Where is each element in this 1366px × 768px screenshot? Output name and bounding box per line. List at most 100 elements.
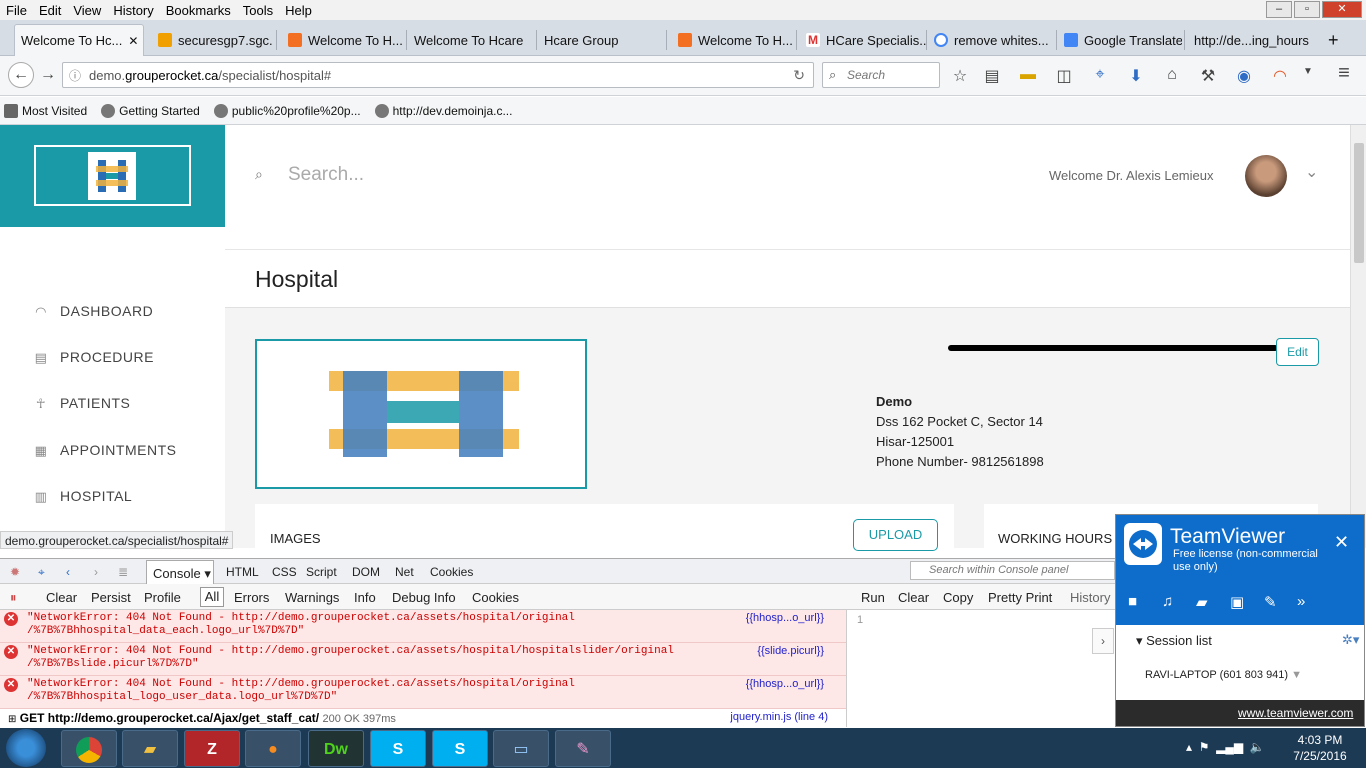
pretty-print-button[interactable]: Pretty Print (988, 590, 1052, 605)
forward-icon[interactable]: › (94, 565, 98, 579)
teamviewer-link[interactable]: www.teamviewer.com (1238, 706, 1353, 720)
bookmark-most-visited[interactable]: Most Visited (4, 103, 87, 118)
upload-button[interactable]: UPLOAD (853, 519, 938, 551)
chevron-down-icon[interactable]: ⌄ (1305, 162, 1318, 182)
expand-icon[interactable]: ⊞ (8, 714, 16, 725)
rainbow-icon[interactable]: ◠ (1270, 66, 1290, 86)
sidebar-item-hospital[interactable]: ▥ HOSPITAL (32, 488, 132, 504)
tab-hcare-group[interactable]: Hcare Group (538, 24, 664, 56)
more-icon[interactable]: » (1297, 593, 1305, 610)
forward-button[interactable]: → (38, 66, 58, 84)
skype-icon[interactable]: S (370, 730, 426, 767)
tab-hcare-specialist[interactable]: M HCare Specialis... (800, 24, 926, 56)
session-item[interactable]: RAVI-LAPTOP (601 803 941) ▼ (1145, 669, 1302, 681)
menu-view[interactable]: View (67, 3, 107, 18)
tab-welcome-hcare[interactable]: Welcome To Hcare (408, 24, 534, 56)
error-source-link[interactable]: {{hhosp...o_url}} (746, 678, 824, 691)
explorer-icon[interactable]: ▰ (122, 730, 178, 767)
new-tab-button[interactable]: + (1322, 24, 1346, 56)
maximize-button[interactable]: ▫ (1294, 1, 1320, 18)
tab-remove-whitespace[interactable]: remove whites... (928, 24, 1054, 56)
minimize-button[interactable]: – (1266, 1, 1292, 18)
tab-welcome-hc[interactable]: Welcome To Hc... ✕ (14, 24, 144, 56)
tab-google-translate[interactable]: Google Translate (1058, 24, 1182, 56)
headset-icon[interactable]: ♫ (1162, 593, 1173, 610)
persist-button[interactable]: Persist (91, 590, 131, 605)
globe-icon[interactable]: ◉ (1234, 66, 1254, 86)
star-icon[interactable]: ☆ (950, 66, 970, 86)
skype-icon[interactable]: S (432, 730, 488, 767)
app-search-input[interactable]: Search... (288, 164, 364, 186)
close-icon[interactable]: ✕ (1334, 532, 1349, 553)
menu-bookmarks[interactable]: Bookmarks (160, 3, 237, 18)
profile-button[interactable]: Profile (144, 590, 181, 605)
copy-button[interactable]: Copy (943, 590, 973, 605)
ruler-icon[interactable]: ▬ (1018, 66, 1038, 84)
avatar[interactable] (1245, 155, 1287, 197)
back-button[interactable]: ← (8, 62, 34, 88)
sidebar-item-appointments[interactable]: ▦ APPOINTMENTS (32, 442, 176, 458)
command-editor[interactable]: 1 (846, 610, 1116, 727)
bookmark-getting-started[interactable]: Getting Started (101, 103, 200, 118)
error-source-link[interactable]: {{hhosp...o_url}} (746, 612, 824, 625)
tab-cookies[interactable]: Cookies (430, 565, 473, 579)
console-search-input[interactable]: Search within Console panel (910, 561, 1115, 580)
tab-html[interactable]: HTML (226, 565, 259, 579)
edit-button[interactable]: Edit (1276, 338, 1319, 366)
error-source-link[interactable]: {{slide.picurl}} (757, 645, 824, 658)
chat-icon[interactable]: ▰ (1196, 593, 1208, 611)
tab-console[interactable]: Console ▾ (146, 560, 214, 584)
hamburger-menu-icon[interactable]: ≡ (1334, 62, 1354, 85)
tab-securesgp7[interactable]: securesgp7.sgc... (152, 24, 272, 56)
gear-icon[interactable]: ✲▾ (1342, 632, 1359, 648)
back-icon[interactable]: ‹ (66, 565, 70, 579)
filter-info[interactable]: Info (354, 590, 376, 605)
menu-edit[interactable]: Edit (33, 3, 67, 18)
scrollbar-thumb[interactable] (1354, 143, 1364, 263)
menu-tools[interactable]: Tools (237, 3, 279, 18)
history-button[interactable]: History (1070, 590, 1110, 605)
close-tab-icon[interactable]: ✕ (128, 34, 138, 48)
sidebar-item-patients[interactable]: ☥ PATIENTS (32, 395, 130, 411)
tab-welcome-h-2[interactable]: Welcome To H... (672, 24, 792, 56)
filter-all[interactable]: All (200, 587, 224, 607)
inspect-icon[interactable]: ⌖ (38, 565, 45, 580)
console-request-row[interactable]: ⊞ GET http://demo.grouperocket.ca/Ajax/g… (0, 709, 846, 727)
wrench-icon[interactable]: ✎ (1264, 593, 1277, 611)
tab-dom[interactable]: DOM (352, 565, 380, 579)
tab-css[interactable]: CSS (272, 565, 297, 579)
tab-script[interactable]: Script (306, 565, 337, 579)
browser-search-input[interactable]: Search (822, 62, 940, 88)
request-source-link[interactable]: jquery.min.js (line 4) (730, 711, 828, 723)
session-list-header[interactable]: ▾ Session list (1136, 633, 1212, 649)
selector-icon[interactable]: ⌖ (1090, 66, 1110, 84)
tools-icon[interactable]: ⚒ (1198, 66, 1218, 86)
page-scrollbar[interactable] (1350, 125, 1366, 548)
system-tray[interactable]: ▴ ⚑ ▂▄▆ 🔈 (1186, 740, 1265, 754)
console-error-row[interactable]: ✕ "NetworkError: 404 Not Found - http://… (0, 610, 846, 643)
filter-debug-info[interactable]: Debug Info (392, 590, 456, 605)
clear-command-button[interactable]: Clear (898, 590, 929, 605)
sidebar-item-dashboard[interactable]: ◠ DASHBOARD (32, 303, 153, 319)
clock[interactable]: 4:03 PM 7/25/2016 (1280, 732, 1360, 764)
image-viewer-icon[interactable]: ▭ (493, 730, 549, 767)
console-error-row[interactable]: ✕ "NetworkError: 404 Not Found - http://… (0, 643, 846, 676)
clipboard-icon[interactable]: ▣ (1230, 593, 1244, 611)
info-icon[interactable]: ⓘ (69, 67, 81, 84)
pocket-icon[interactable]: ◫ (1054, 66, 1074, 86)
clear-button[interactable]: Clear (46, 590, 77, 605)
dreamweaver-icon[interactable]: Dw (308, 730, 364, 767)
run-button[interactable]: Run (861, 590, 885, 605)
filter-cookies[interactable]: Cookies (472, 590, 519, 605)
tab-working-hours[interactable]: http://de...ing_hours (1188, 24, 1314, 56)
chevron-right-icon[interactable]: › (1092, 628, 1114, 654)
filter-warnings[interactable]: Warnings (285, 590, 339, 605)
menu-history[interactable]: History (107, 3, 159, 18)
bookmark-dev-demoinja[interactable]: http://dev.demoinja.c... (374, 103, 512, 118)
start-button[interactable] (6, 729, 46, 767)
close-window-button[interactable]: ✕ (1322, 1, 1362, 18)
url-bar[interactable]: ⓘ demo.grouperocket.ca/specialist/hospit… (62, 62, 814, 88)
chrome-icon[interactable] (61, 730, 117, 767)
reading-list-icon[interactable]: ▤ (982, 66, 1002, 86)
paint-icon[interactable]: ✎ (555, 730, 611, 767)
